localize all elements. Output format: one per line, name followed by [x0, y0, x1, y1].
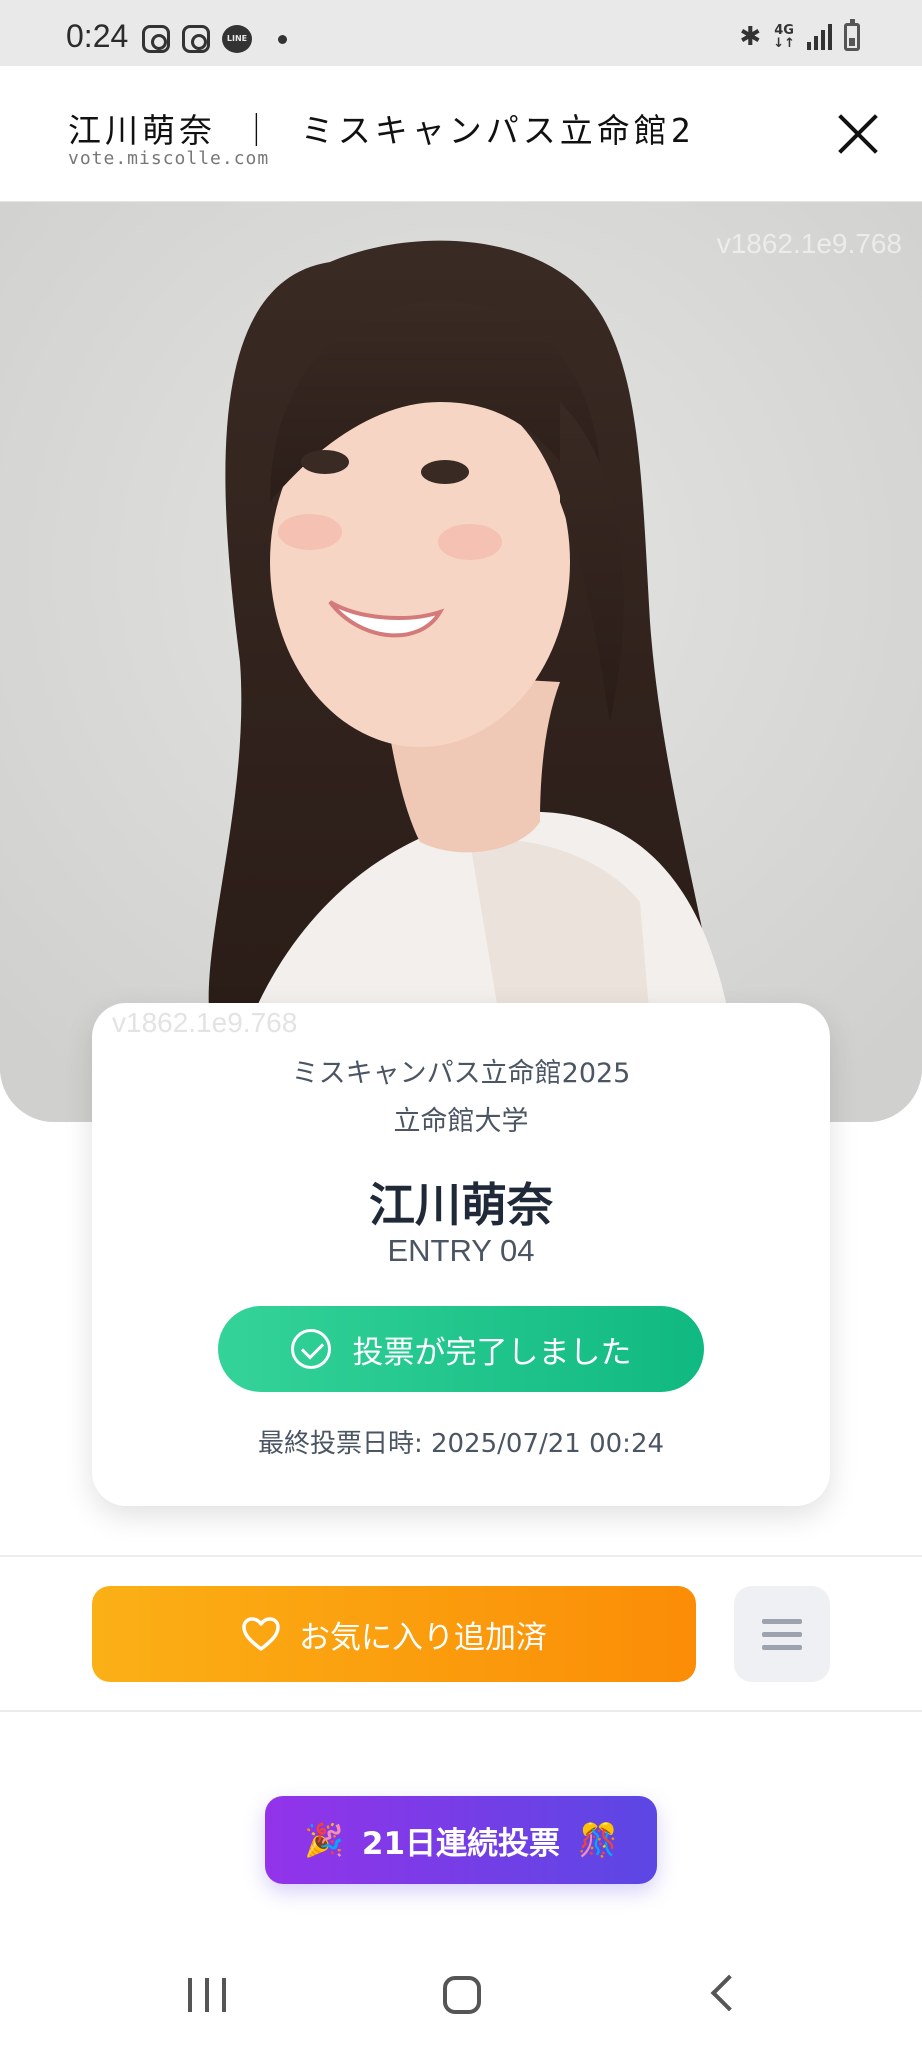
battery-icon [844, 19, 860, 51]
network-type-icon: 4G ↓↑ [773, 23, 795, 51]
heart-icon [241, 1616, 281, 1652]
signal-icon [807, 24, 832, 50]
university-name: 立命館大学 [393, 1106, 529, 1137]
streak-badge[interactable]: 🎉 21日連続投票 🎊 [265, 1796, 657, 1884]
close-button[interactable] [836, 112, 880, 156]
streak-label: 21日連続投票 [361, 1825, 561, 1862]
contest-name: ミスキャンパス立命館2025 [291, 1058, 631, 1089]
instagram-icon [182, 25, 210, 53]
menu-button[interactable] [734, 1586, 830, 1682]
version-watermark: v1862.1e9.768 [716, 228, 902, 259]
page-title: 江川萌奈 ｜ ミスキャンパス立命館202… [68, 111, 688, 150]
more-notifications-dot-icon [278, 34, 287, 44]
vote-complete-button[interactable]: 投票が完了しました [218, 1306, 704, 1392]
navigation-bar [0, 1940, 922, 2048]
hamburger-icon [762, 1644, 802, 1650]
home-button[interactable] [443, 1976, 481, 2014]
last-vote-time: 最終投票日時: 2025/07/21 00:24 [257, 1429, 665, 1459]
portrait-image [0, 202, 922, 1122]
confetti-ball-icon: 🎊 [578, 1821, 618, 1859]
candidate-name: 江川萌奈 [369, 1178, 553, 1232]
notification-icons: LINE [142, 25, 287, 53]
browser-header: 江川萌奈 ｜ ミスキャンパス立命館202… vote.miscolle.com [0, 66, 922, 202]
bluetooth-icon: ✱ [739, 22, 762, 52]
line-icon: LINE [222, 25, 252, 53]
divider [0, 1710, 922, 1712]
favorite-button[interactable]: お気に入り追加済 [92, 1586, 696, 1682]
party-popper-icon: 🎉 [304, 1821, 344, 1859]
network-label: 4G [774, 23, 794, 38]
hamburger-icon [762, 1618, 802, 1624]
instagram-icon [142, 25, 170, 53]
vote-status-label: 投票が完了しました [352, 1334, 632, 1371]
profile-card: v1862.1e9.768 ミスキャンパス立命館2025 立命館大学 江川萌奈 … [92, 1003, 830, 1506]
divider [0, 1555, 922, 1557]
profile-photo: v1862.1e9.768 [0, 202, 922, 1122]
check-circle-icon [290, 1329, 331, 1369]
version-watermark: v1862.1e9.768 [112, 1007, 298, 1038]
page-url: vote.miscolle.com [68, 148, 270, 169]
hamburger-icon [762, 1631, 802, 1637]
system-icons: ✱ 4G ↓↑ [739, 19, 860, 52]
status-time: 0:24 [66, 18, 129, 54]
favorite-label: お気に入り追加済 [299, 1619, 547, 1656]
back-button[interactable] [710, 1974, 748, 2012]
recents-button[interactable] [188, 1978, 226, 2012]
status-bar: 0:24 LINE ✱ 4G ↓↑ [0, 0, 922, 66]
entry-number: ENTRY 04 [387, 1233, 535, 1268]
